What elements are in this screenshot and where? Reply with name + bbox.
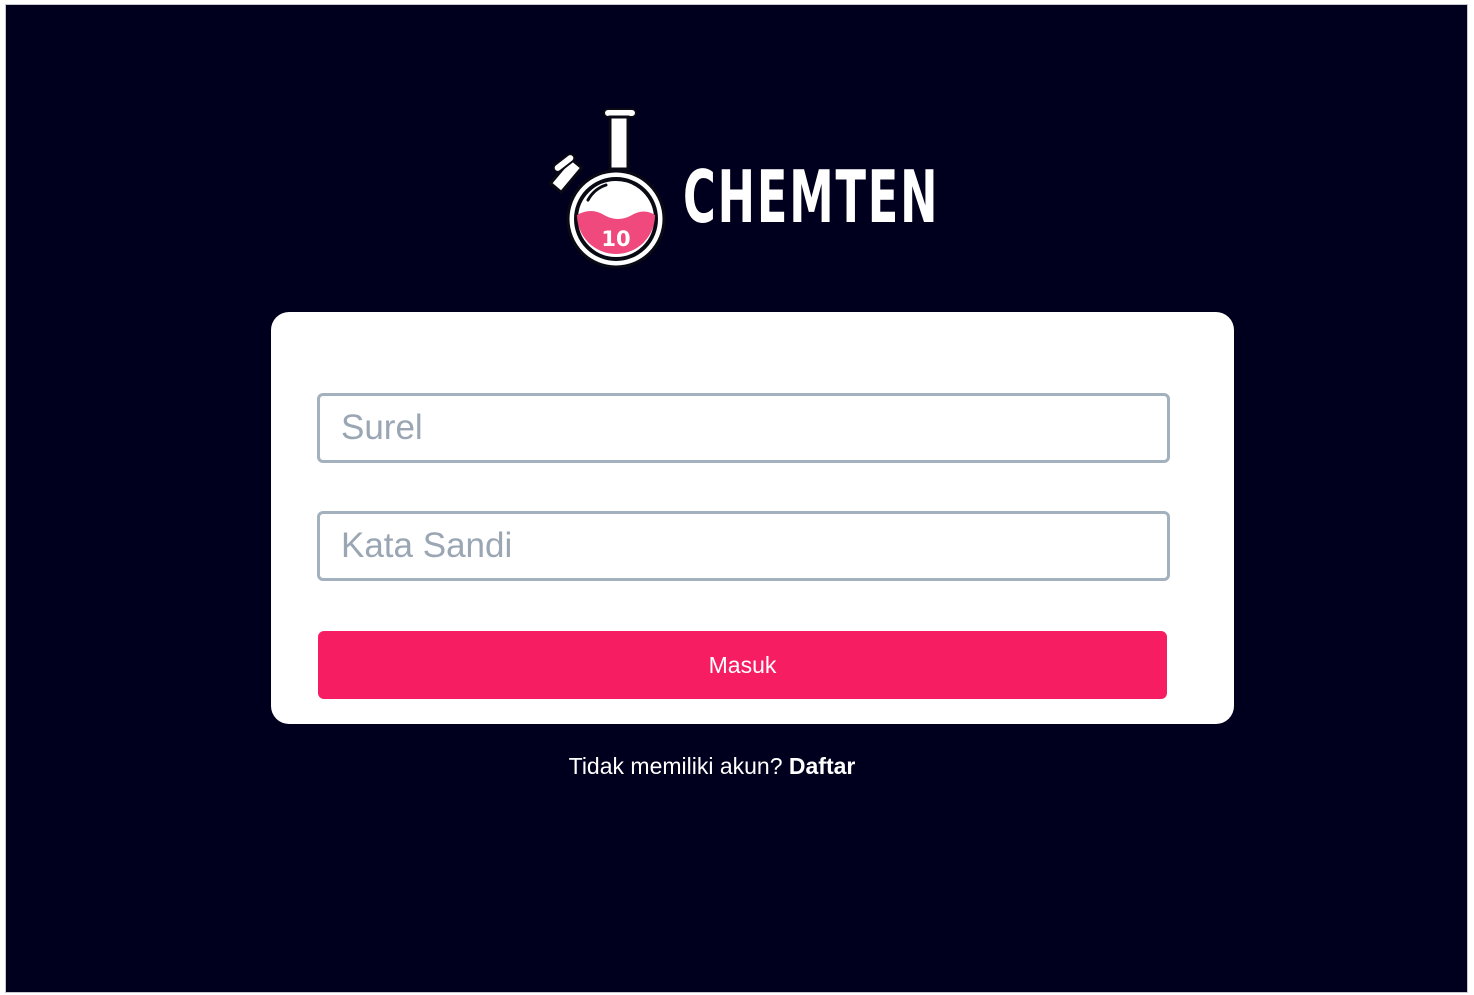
brand-name: CHEMTEN — [683, 155, 940, 239]
logo-badge-number: 10 — [601, 227, 630, 251]
login-screen: 10 CHEMTEN Masuk Tidak memiliki akun? Da… — [5, 4, 1468, 993]
signup-prompt-text: Tidak memiliki akun? — [568, 753, 783, 779]
email-field[interactable] — [317, 393, 1170, 463]
login-button[interactable]: Masuk — [318, 631, 1167, 699]
login-card: Masuk — [271, 312, 1234, 724]
signup-link[interactable]: Daftar — [789, 753, 855, 779]
round-bottom-flask-icon: 10 — [548, 108, 666, 269]
signup-prompt-row: Tidak memiliki akun? Daftar — [6, 753, 1418, 780]
password-field[interactable] — [317, 511, 1170, 581]
brand-logo: 10 CHEMTEN — [546, 105, 946, 275]
